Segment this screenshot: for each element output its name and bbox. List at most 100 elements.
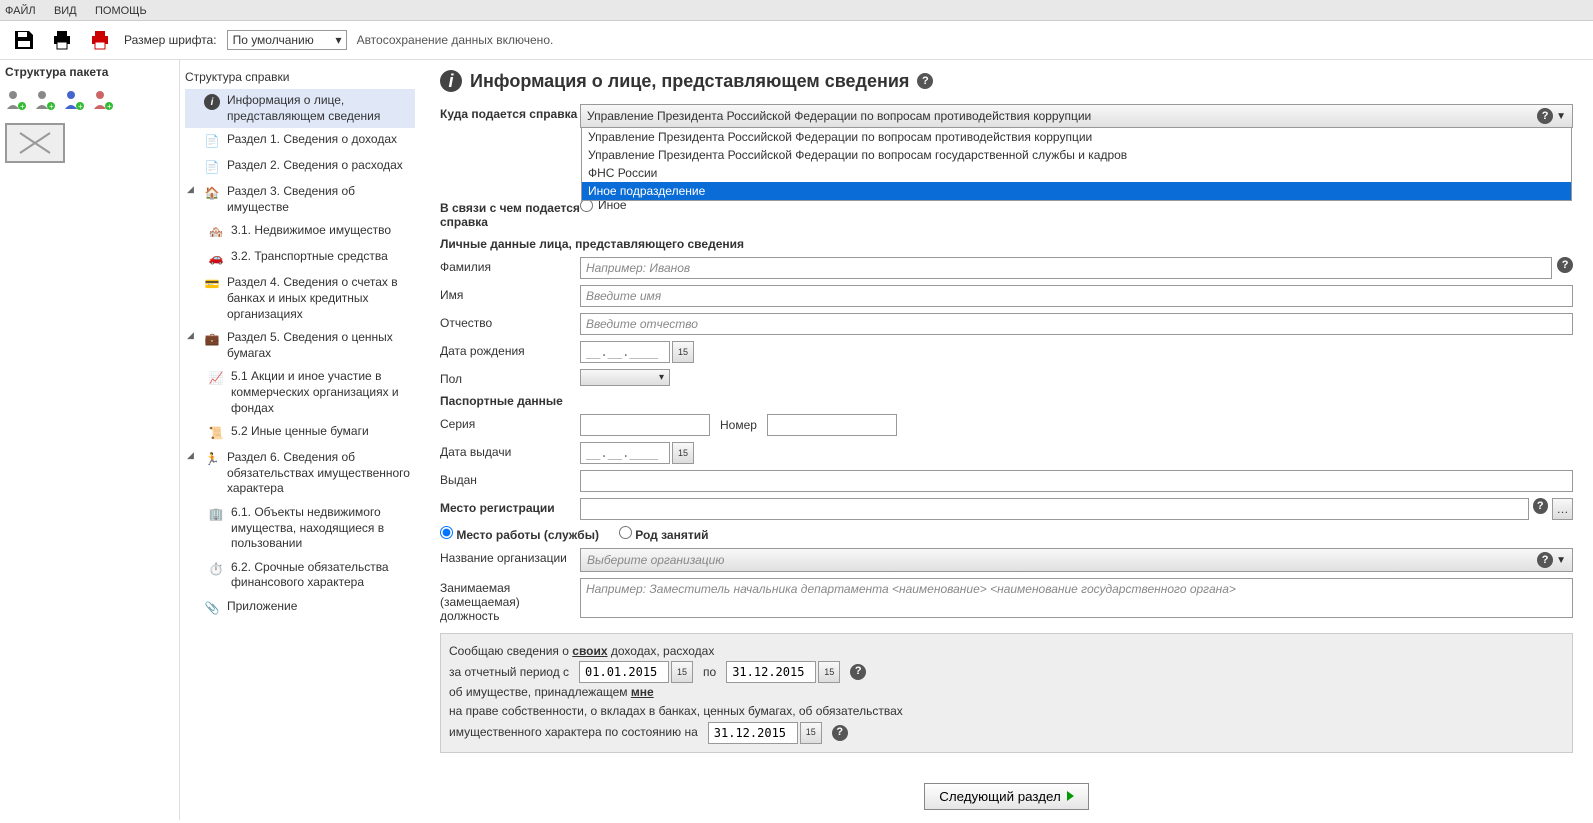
next-section-button[interactable]: Следующий раздел xyxy=(924,783,1089,810)
asof-calendar-icon[interactable]: 15 xyxy=(800,722,822,744)
card-icon: 💳 xyxy=(203,275,221,293)
dest-label: Куда подается справка xyxy=(440,104,580,121)
add-person2-icon[interactable]: + xyxy=(34,89,58,113)
to-calendar-icon[interactable]: 15 xyxy=(818,661,840,683)
gender-label: Пол xyxy=(440,369,580,386)
attachment-icon: 📎 xyxy=(203,599,221,617)
period-from-input[interactable] xyxy=(579,661,669,683)
tree-item-info[interactable]: i Информация о лице, представляющем свед… xyxy=(185,89,415,128)
occupation-radio-label: Род занятий xyxy=(635,528,708,542)
autosave-status: Автосохранение данных включено. xyxy=(357,33,554,47)
occupation-radio[interactable] xyxy=(619,526,632,539)
org-select[interactable]: Выберите организацию ?▼ xyxy=(580,548,1573,572)
tree-item-6-1[interactable]: 🏢 6.1. Объекты недвижимого имущества, на… xyxy=(205,501,415,556)
dest-select[interactable]: Управление Президента Российской Федерац… xyxy=(580,104,1573,128)
dest-option-2[interactable]: ФНС России xyxy=(582,164,1571,182)
info-icon: i xyxy=(203,93,221,111)
tree-item-section4[interactable]: 💳 Раздел 4. Сведения о счетах в банках и… xyxy=(185,271,415,326)
tree-item-6-2[interactable]: ⏱️ 6.2. Срочные обязательства финансовог… xyxy=(205,556,415,595)
building-icon: 🏘️ xyxy=(207,223,225,241)
position-input[interactable]: Например: Заместитель начальника департа… xyxy=(580,578,1573,618)
lastname-input[interactable] xyxy=(580,257,1552,279)
print-all-icon[interactable] xyxy=(86,26,114,54)
dest-dropdown: Управление Президента Российской Федерац… xyxy=(581,127,1572,201)
house-icon: 🏠 xyxy=(203,184,221,202)
menubar: ФАЙЛ ВИД ПОМОЩЬ xyxy=(0,0,1593,21)
add-person4-icon[interactable]: + xyxy=(92,89,116,113)
clock-icon: ⏱️ xyxy=(207,560,225,578)
package-thumbnail[interactable] xyxy=(5,123,65,163)
title-help-icon[interactable]: ? xyxy=(917,73,933,89)
summary-box: Сообщаю сведения о своих доходах, расход… xyxy=(440,633,1573,753)
menu-file[interactable]: ФАЙЛ xyxy=(5,5,36,17)
issued-by-input[interactable] xyxy=(580,470,1573,492)
work-radio-label: Место работы (службы) xyxy=(456,528,599,542)
patronym-input[interactable] xyxy=(580,313,1573,335)
number-input[interactable] xyxy=(767,414,897,436)
menu-view[interactable]: ВИД xyxy=(54,5,77,17)
asof-input[interactable] xyxy=(708,722,798,744)
asof-help-icon[interactable]: ? xyxy=(832,725,848,741)
chart-icon: 📈 xyxy=(207,369,225,387)
issued-calendar-icon[interactable]: 15 xyxy=(672,442,694,464)
tree-item-section2[interactable]: 📄 Раздел 2. Сведения о расходах xyxy=(185,154,415,180)
reg-help-icon[interactable]: ? xyxy=(1533,498,1548,514)
doc-minus-icon: 📄 xyxy=(203,158,221,176)
toolbar: Размер шрифта: По умолчанию▾ Автосохране… xyxy=(0,21,1593,60)
add-person3-icon[interactable]: + xyxy=(63,89,87,113)
car-icon: 🚗 xyxy=(207,249,225,267)
tree-item-3-1[interactable]: 🏘️ 3.1. Недвижимое имущество xyxy=(205,219,415,245)
lastname-label: Фамилия xyxy=(440,257,580,274)
left-panel: Структура пакета + + + + xyxy=(0,60,180,820)
position-label: Занимаемая (замещаемая) должность xyxy=(440,578,580,623)
period-to-input[interactable] xyxy=(726,661,816,683)
dest-option-3[interactable]: Иное подразделение xyxy=(582,182,1571,200)
tree-item-5-2[interactable]: 📜 5.2 Иные ценные бумаги xyxy=(205,420,415,446)
period-help-icon[interactable]: ? xyxy=(850,664,866,680)
tree-item-section3[interactable]: ◢ 🏠 Раздел 3. Сведения об имуществе xyxy=(185,180,415,219)
org-help-icon[interactable]: ? xyxy=(1537,552,1553,568)
dob-input[interactable] xyxy=(580,341,670,363)
firstname-input[interactable] xyxy=(580,285,1573,307)
lastname-help-icon[interactable]: ? xyxy=(1557,257,1573,273)
print-icon[interactable] xyxy=(48,26,76,54)
issued-by-label: Выдан xyxy=(440,470,580,487)
tree-item-section5[interactable]: ◢ 💼 Раздел 5. Сведения о ценных бумагах xyxy=(185,326,415,365)
dest-option-1[interactable]: Управление Президента Российской Федерац… xyxy=(582,146,1571,164)
save-icon[interactable] xyxy=(10,26,38,54)
add-person-icon[interactable]: + xyxy=(5,89,29,113)
work-radio[interactable] xyxy=(440,526,453,539)
content-area: i Информация о лице, представляющем свед… xyxy=(420,60,1593,820)
run-icon: 🏃 xyxy=(203,450,221,468)
series-input[interactable] xyxy=(580,414,710,436)
svg-text:+: + xyxy=(20,102,25,111)
reg-input[interactable] xyxy=(580,498,1529,520)
font-size-select[interactable]: По умолчанию▾ xyxy=(227,30,347,50)
dob-calendar-icon[interactable]: 15 xyxy=(672,341,694,363)
menu-help[interactable]: ПОМОЩЬ xyxy=(95,5,147,17)
number-label: Номер xyxy=(720,418,757,432)
tree-item-section1[interactable]: 📄 Раздел 1. Сведения о доходах xyxy=(185,128,415,154)
package-structure-title: Структура пакета xyxy=(0,60,179,84)
gender-select[interactable]: ▾ xyxy=(580,369,670,386)
reg-browse-button[interactable]: … xyxy=(1552,498,1573,520)
buildings-icon: 🏢 xyxy=(207,505,225,523)
font-size-label: Размер шрифта: xyxy=(124,33,217,47)
from-calendar-icon[interactable]: 15 xyxy=(671,661,693,683)
org-label: Название организации xyxy=(440,548,580,565)
svg-text:+: + xyxy=(49,102,54,111)
tree-title: Структура справки xyxy=(185,65,415,89)
svg-text:+: + xyxy=(78,102,83,111)
briefcase-icon: 💼 xyxy=(203,330,221,348)
arrow-right-icon xyxy=(1067,791,1074,801)
bond-icon: 📜 xyxy=(207,424,225,442)
tree-item-3-2[interactable]: 🚗 3.2. Транспортные средства xyxy=(205,245,415,271)
passport-heading: Паспортные данные xyxy=(440,394,1573,408)
dest-help-icon[interactable]: ? xyxy=(1537,108,1553,124)
firstname-label: Имя xyxy=(440,285,580,302)
tree-item-appendix[interactable]: 📎 Приложение xyxy=(185,595,415,621)
tree-item-5-1[interactable]: 📈 5.1 Акции и иное участие в коммерчески… xyxy=(205,365,415,420)
issued-date-input[interactable] xyxy=(580,442,670,464)
tree-item-section6[interactable]: ◢ 🏃 Раздел 6. Сведения об обязательствах… xyxy=(185,446,415,501)
dest-option-0[interactable]: Управление Президента Российской Федерац… xyxy=(582,128,1571,146)
